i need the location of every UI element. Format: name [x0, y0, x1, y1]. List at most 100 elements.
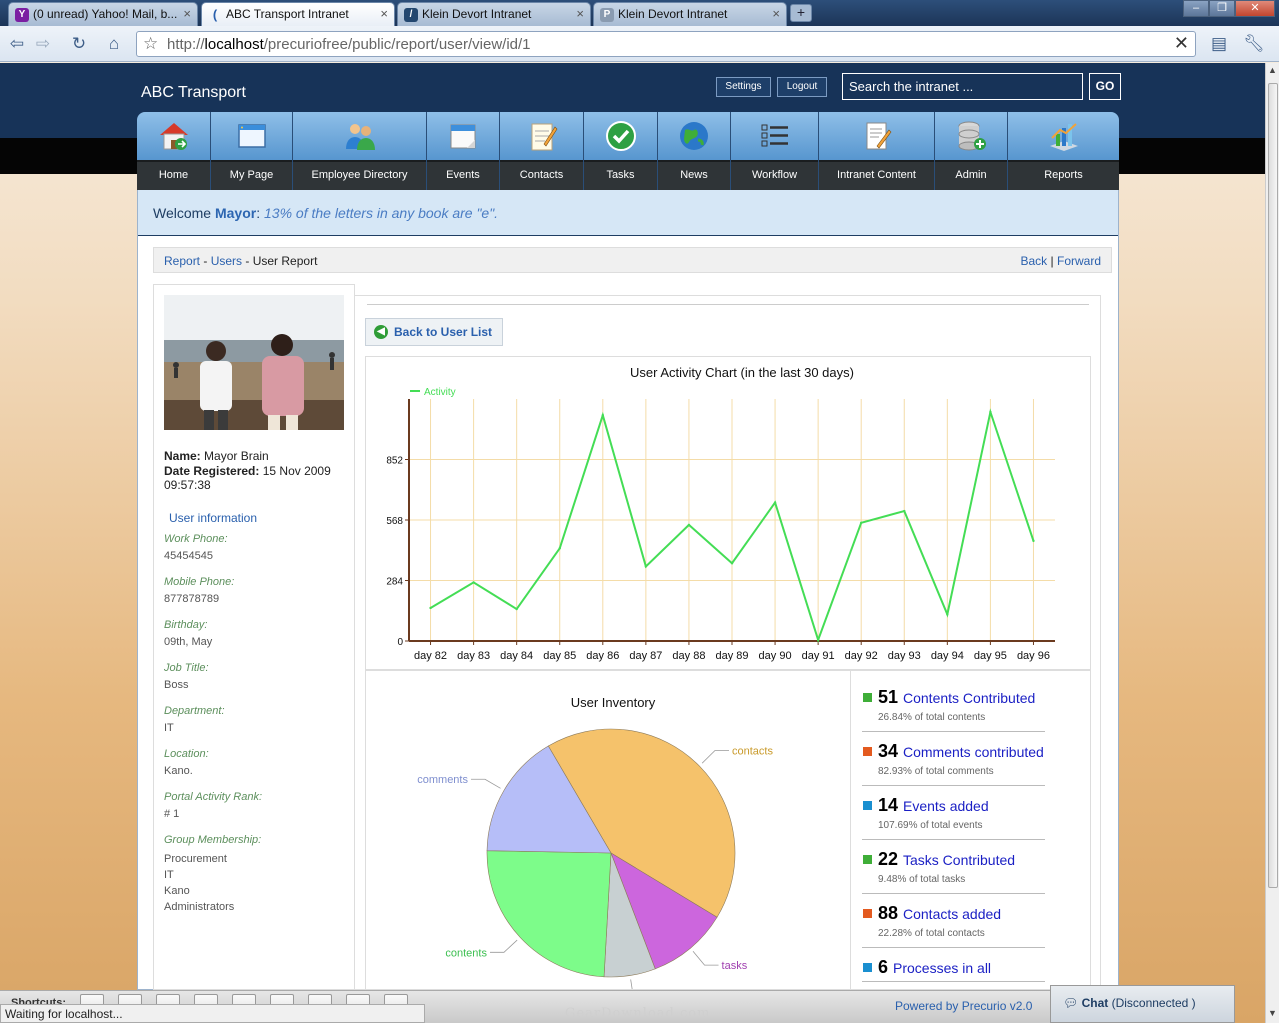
profile-field-mobile-phone: Mobile Phone: 877878789 — [164, 576, 235, 605]
stat-count: 6 — [878, 957, 889, 977]
window-icon — [237, 124, 266, 148]
close-icon[interactable]: × — [380, 6, 388, 21]
scroll-down-icon[interactable]: ▼ — [1268, 1008, 1277, 1018]
history-links: Back | Forward — [1021, 254, 1102, 268]
x-tick-label: day 86 — [586, 650, 619, 662]
browser-toolbar: ⇦ ⇨ ↻ ⌂ ☆ http://localhost/precuriofree/… — [0, 26, 1279, 62]
powered-by-link[interactable]: Powered by Precurio v2.0 — [895, 999, 1032, 1013]
back-to-user-list-label: Back to User List — [394, 325, 493, 339]
stat-dot — [863, 801, 872, 810]
user-information-heading[interactable]: User information — [169, 511, 257, 525]
nav-label: Home — [137, 160, 210, 190]
database-icon — [958, 121, 986, 151]
list-icon — [761, 124, 788, 147]
logout-button[interactable]: Logout — [777, 77, 827, 97]
x-tick-label: day 82 — [414, 650, 447, 662]
forward-link[interactable]: Forward — [1057, 254, 1101, 268]
profile-field-job-title: Job Title: Boss — [164, 662, 209, 691]
main-nav: Home My Page Employee Directory Events C… — [137, 112, 1119, 190]
nav-employee-directory[interactable]: Employee Directory — [293, 112, 427, 190]
stat-comments: 34 Comments contributed 82.93% of total … — [862, 741, 1045, 786]
close-icon[interactable]: × — [772, 6, 780, 21]
chat-bar[interactable]: 💬︎ Chat (Disconnected ) — [1050, 985, 1235, 1023]
nav-my-page[interactable]: My Page — [211, 112, 293, 190]
maximize-icon[interactable]: ❐ — [1209, 0, 1235, 17]
page-icon: P — [600, 8, 614, 22]
close-window-icon[interactable]: ✕ — [1235, 0, 1275, 17]
new-tab-button[interactable]: + — [790, 4, 812, 22]
minimize-icon[interactable]: – — [1183, 0, 1209, 17]
stat-link[interactable]: Contents Contributed — [903, 690, 1035, 706]
back-to-user-list-button[interactable]: ◀ Back to User List — [365, 318, 503, 346]
group-item: Administrators — [164, 901, 235, 913]
home-icon[interactable]: ⌂ — [103, 33, 125, 55]
stat-dot — [863, 855, 872, 864]
tab-abc-transport[interactable]: ( ABC Transport Intranet × — [201, 2, 395, 27]
profile-name: Name: Mayor Brain — [164, 449, 269, 463]
nav-contacts[interactable]: Contacts — [500, 112, 584, 190]
pie-label-contents: contents — [445, 947, 487, 959]
y-tick-label: 568 — [386, 516, 403, 527]
pie-leader-line — [630, 979, 648, 998]
profile-field-activity-rank: Portal Activity Rank: # 1 — [164, 791, 263, 820]
x-tick-label: day 89 — [715, 650, 748, 662]
scroll-up-icon[interactable]: ▲ — [1268, 65, 1277, 75]
data-point — [989, 410, 992, 414]
search-go-button[interactable]: GO — [1089, 73, 1121, 100]
window-controls: – ❐ ✕ — [1183, 0, 1275, 18]
nav-label: Employee Directory — [293, 160, 426, 190]
tab-klein-devort-1[interactable]: / Klein Devort Intranet × — [397, 2, 591, 26]
scrollbar-thumb[interactable] — [1268, 83, 1278, 888]
forward-arrow-icon[interactable]: ⇨ — [32, 33, 54, 55]
x-tick-label: day 92 — [845, 650, 878, 662]
stat-link[interactable]: Processes in all — [893, 960, 991, 976]
site-title: ABC Transport — [141, 84, 246, 101]
stat-link[interactable]: Comments contributed — [903, 744, 1044, 760]
activity-chart-panel: User Activity Chart (in the last 30 days… — [365, 356, 1091, 670]
breadcrumb-users[interactable]: Users — [211, 254, 242, 268]
vertical-scrollbar[interactable]: ▲ ▼ — [1265, 63, 1279, 1023]
data-point — [816, 638, 820, 642]
x-tick-label: day 91 — [802, 650, 835, 662]
nav-news[interactable]: News — [658, 112, 731, 190]
stat-link[interactable]: Tasks Contributed — [903, 852, 1015, 868]
stat-link[interactable]: Events added — [903, 798, 989, 814]
address-bar[interactable]: ☆ http://localhost/precuriofree/public/r… — [136, 31, 1196, 57]
nav-reports[interactable]: Reports — [1008, 112, 1119, 190]
settings-button[interactable]: Settings — [716, 77, 771, 97]
close-icon[interactable]: × — [576, 6, 584, 21]
breadcrumb-report[interactable]: Report — [164, 254, 200, 268]
nav-label: Intranet Content — [819, 160, 934, 190]
nav-tasks[interactable]: Tasks — [584, 112, 658, 190]
x-tick-label: day 84 — [500, 650, 533, 662]
pie-leader-line — [471, 778, 501, 789]
stop-icon[interactable]: ✕ — [1174, 33, 1189, 54]
nav-events[interactable]: Events — [427, 112, 500, 190]
wrench-icon[interactable]: 🔧︎ — [1240, 33, 1268, 55]
nav-admin[interactable]: Admin — [935, 112, 1008, 190]
reload-icon[interactable]: ↻ — [68, 33, 90, 55]
nav-intranet-content[interactable]: Intranet Content — [819, 112, 935, 190]
nav-label: My Page — [211, 160, 292, 190]
x-tick-label: day 87 — [629, 650, 662, 662]
back-link[interactable]: Back — [1021, 254, 1048, 268]
chat-bubble-icon: 💬︎ — [1063, 996, 1079, 1010]
nav-home[interactable]: Home — [137, 112, 211, 190]
nav-workflow[interactable]: Workflow — [731, 112, 819, 190]
page-menu-icon[interactable]: ▤ — [1205, 33, 1233, 55]
calendar-icon — [450, 124, 476, 149]
tab-yahoo-mail[interactable]: Y (0 unread) Yahoo! Mail, b... × — [8, 2, 198, 26]
checkmark-icon — [605, 121, 636, 151]
profile-registered: Date Registered: 15 Nov 2009 09:57:38 — [164, 464, 331, 492]
data-point — [860, 521, 863, 524]
search-input[interactable]: Search the intranet ... — [842, 73, 1083, 100]
tab-klein-devort-2[interactable]: P Klein Devort Intranet × — [593, 2, 787, 26]
stat-link[interactable]: Contacts added — [903, 906, 1001, 922]
bookmark-star-icon[interactable]: ☆ — [143, 34, 158, 54]
home-icon — [159, 123, 188, 150]
tab-title: Klein Devort Intranet — [618, 7, 728, 21]
pie-label-tasks: tasks — [722, 960, 748, 972]
back-arrow-icon[interactable]: ⇦ — [6, 33, 28, 55]
close-icon[interactable]: × — [183, 6, 191, 21]
stat-count: 34 — [878, 741, 899, 761]
